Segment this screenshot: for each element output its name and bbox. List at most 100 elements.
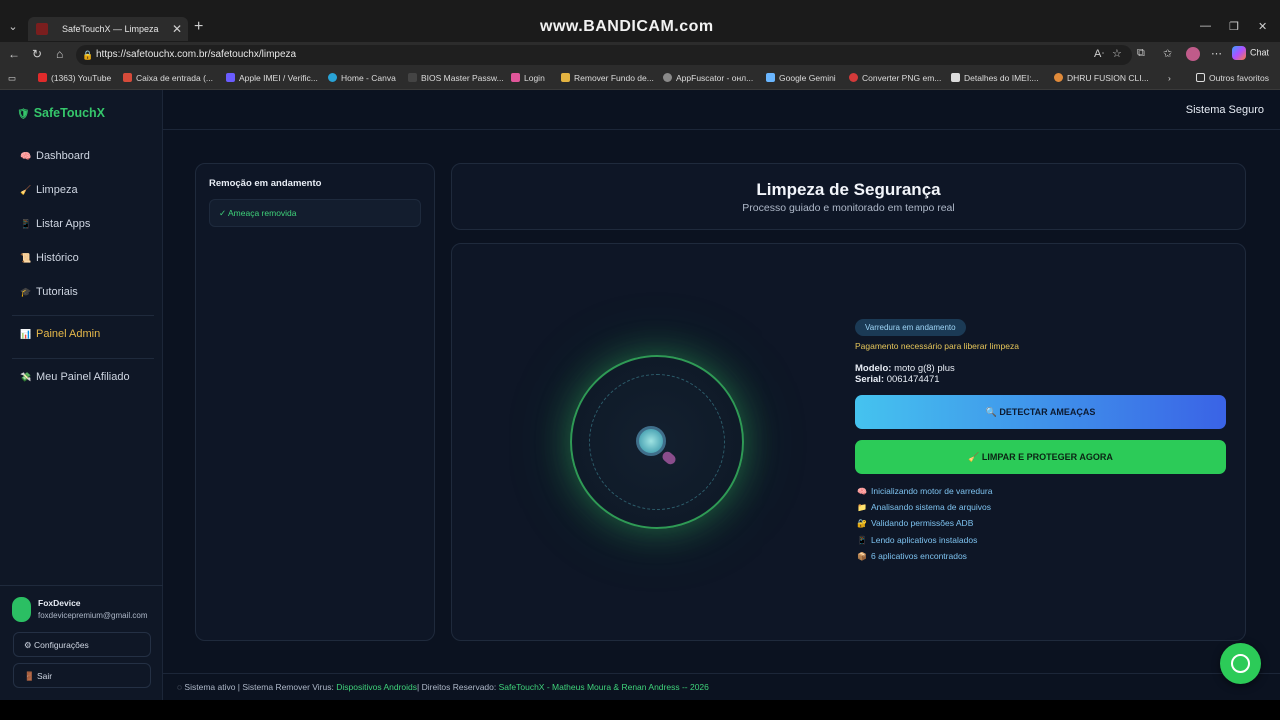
sidebar-item-listar-apps[interactable]: 📱 Listar Apps — [20, 218, 90, 230]
bookmarks-bar: ▭ (1363) YouTube Caixa de entrada (... A… — [0, 68, 1280, 90]
lock-icon: 🔒 — [82, 50, 94, 60]
recorder-watermark: www.BANDICAM.com — [540, 18, 714, 35]
detect-threats-button[interactable]: 🔍 DETECTAR AMEAÇAS — [855, 395, 1226, 429]
bookmark-item[interactable]: Apple IMEI / Verific... — [226, 73, 318, 83]
bookmark-item[interactable]: AppFuscator - онл... — [663, 73, 753, 83]
log-item: 📱 Lendo aplicativos instalados — [857, 535, 978, 545]
app-window: 🛡 SafeTouchX 🧠 Dashboard 🧹 Limpeza 📱 Listar … — [0, 90, 1280, 700]
sidebar-item-dashboard[interactable]: 🧠 Dashboard — [20, 150, 90, 162]
page-header-panel: Limpeza de Segurança Processo guiado e m… — [451, 163, 1246, 230]
scroll-icon: 📜 — [20, 253, 32, 263]
log-item: 📁 Analisando sistema de arquivos — [857, 502, 992, 512]
browser-tab-bar: ⌄ SafeTouchX — Limpeza ✕ + www.BANDICAM.… — [0, 0, 1280, 42]
browser-tab[interactable]: SafeTouchX — Limpeza ✕ — [28, 17, 188, 41]
brain-icon: 🧠 — [20, 151, 32, 161]
device-model: Modelo: moto g(8) plus — [855, 363, 955, 374]
scan-panel: Varredura em andamento Pagamento necessá… — [451, 243, 1246, 641]
top-bar: Sistema Seguro — [163, 90, 1280, 130]
money-icon: 💸 — [20, 372, 32, 382]
gear-icon: ⚙ — [24, 640, 34, 650]
extensions-icon[interactable]: ⧉ — [1137, 47, 1145, 60]
copilot-icon — [1232, 46, 1246, 60]
favorite-star-icon[interactable]: ☆ — [1112, 47, 1122, 60]
footer-credits: SafeTouchX - Matheus Moura & Renan Andre… — [498, 682, 709, 692]
chat-fab-button[interactable] — [1220, 643, 1261, 684]
removal-panel: Remoção em andamento ✓ Ameaça removida — [195, 163, 435, 641]
bookmark-item[interactable]: Converter PNG em... — [849, 73, 941, 83]
bookmark-item[interactable]: BIOS Master Passw... — [408, 73, 504, 83]
brain-icon: 🧠 — [857, 487, 867, 496]
sidebar-item-affiliate[interactable]: 💸 Meu Painel Afiliado — [20, 371, 130, 383]
box-icon: 📦 — [857, 552, 867, 561]
sidebar-item-limpeza[interactable]: 🧹 Limpeza — [20, 184, 78, 196]
chevron-right-icon[interactable]: › — [1168, 73, 1171, 83]
footer-devices: Dispositivos Androids — [336, 682, 418, 692]
bookmark-apps-icon[interactable]: ▭ — [8, 73, 16, 84]
favorites-icon[interactable]: ✩ — [1163, 47, 1172, 60]
clean-protect-button[interactable]: 🧹 LIMPAR E PROTEGER AGORA — [855, 440, 1226, 474]
page-subtitle: Processo guiado e monitorado em tempo re… — [742, 202, 955, 214]
removal-title: Remoção em andamento — [209, 178, 322, 189]
user-email: foxdevicepremium@gmail.com — [38, 611, 148, 620]
bottom-letterbox — [0, 700, 1280, 720]
log-item: 🧠 Inicializando motor de varredura — [857, 486, 993, 496]
phone-icon: 📱 — [20, 219, 32, 229]
profile-avatar[interactable] — [1186, 47, 1200, 61]
broom-icon: 🧹 — [20, 185, 32, 195]
divider — [12, 315, 154, 316]
security-status: Sistema Seguro — [1185, 104, 1264, 116]
bookmark-item[interactable]: Remover Fundo de... — [561, 73, 654, 83]
bookmark-folder[interactable]: Outros favoritos — [1196, 73, 1269, 83]
bookmark-item[interactable]: Caixa de entrada (... — [123, 73, 213, 83]
bookmark-item[interactable]: Detalhes do IMEI:... — [951, 73, 1039, 83]
bookmark-item[interactable]: Home - Canva — [328, 73, 396, 83]
bookmark-item[interactable]: Login — [511, 73, 545, 83]
page-title: Limpeza de Segurança — [756, 180, 941, 199]
status-badge: Varredura em andamento — [855, 319, 966, 336]
sidebar-item-tutoriais[interactable]: 🎓 Tutoriais — [20, 286, 78, 298]
bookmark-item[interactable]: (1363) YouTube — [38, 73, 111, 83]
new-tab-icon[interactable]: + — [194, 18, 203, 36]
url-text: https://safetouchx.com.br/safetouchx/lim… — [96, 49, 297, 60]
footer: ◌ Sistema ativo | Sistema Remover Virus:… — [163, 673, 1280, 700]
reload-icon[interactable]: ↻ — [32, 47, 42, 61]
phone-icon: 📱 — [857, 536, 867, 545]
brand-logo[interactable]: 🛡 SafeTouchX — [17, 106, 105, 120]
log-item: 📦 6 aplicativos encontrados — [857, 551, 967, 561]
restore-icon[interactable]: ❐ — [1229, 20, 1239, 33]
bookmark-item[interactable]: Google Gemini — [766, 73, 836, 83]
address-bar-row: ← ↻ ⌂ 🔒 https://safetouchx.com.br/safeto… — [0, 42, 1280, 68]
chat-label: Chat — [1250, 47, 1270, 58]
tab-title: SafeTouchX — Limpeza — [62, 24, 159, 34]
tab-close-icon[interactable]: ✕ — [172, 17, 182, 41]
folder-icon: 📁 — [857, 503, 867, 512]
magnifier-icon — [636, 426, 666, 456]
door-icon: 🚪 — [24, 671, 37, 681]
logout-button[interactable]: 🚪 Sair — [13, 663, 151, 688]
more-menu-icon[interactable]: ⋯ — [1211, 47, 1222, 60]
sidebar-item-admin[interactable]: 📊 Painel Admin — [20, 328, 100, 340]
bookmark-item[interactable]: DHRU FUSION CLI... — [1054, 73, 1149, 83]
chat-bubble-icon — [1231, 654, 1250, 673]
chat-button[interactable]: Chat — [1232, 46, 1269, 60]
graduation-cap-icon: 🎓 — [20, 287, 32, 297]
minimize-icon[interactable]: — — [1200, 20, 1211, 32]
payment-warning: Pagamento necessário para liberar limpez… — [855, 341, 1019, 351]
home-icon[interactable]: ⌂ — [56, 47, 63, 61]
shield-icon: 🛡 — [17, 109, 30, 120]
read-aloud-icon[interactable]: Aᐧ — [1094, 47, 1104, 60]
log-item: 🔐 Validando permissões ADB — [857, 518, 974, 528]
sidebar: 🛡 SafeTouchX 🧠 Dashboard 🧹 Limpeza 📱 Listar … — [0, 90, 163, 700]
user-name: FoxDevice — [38, 598, 81, 608]
url-field[interactable]: 🔒 https://safetouchx.com.br/safetouchx/l… — [76, 45, 1132, 65]
user-avatar — [12, 597, 31, 622]
removal-log-item: ✓ Ameaça removida — [209, 199, 421, 227]
divider — [0, 585, 163, 586]
sidebar-item-historico[interactable]: 📜 Histórico — [20, 252, 79, 264]
tab-list-icon[interactable]: ⌄ — [4, 18, 22, 36]
chart-icon: 📊 — [20, 329, 32, 339]
back-icon[interactable]: ← — [8, 47, 20, 61]
settings-button[interactable]: ⚙ Configurações — [13, 632, 151, 657]
favicon-icon — [36, 23, 48, 35]
close-window-icon[interactable]: ✕ — [1258, 20, 1267, 33]
